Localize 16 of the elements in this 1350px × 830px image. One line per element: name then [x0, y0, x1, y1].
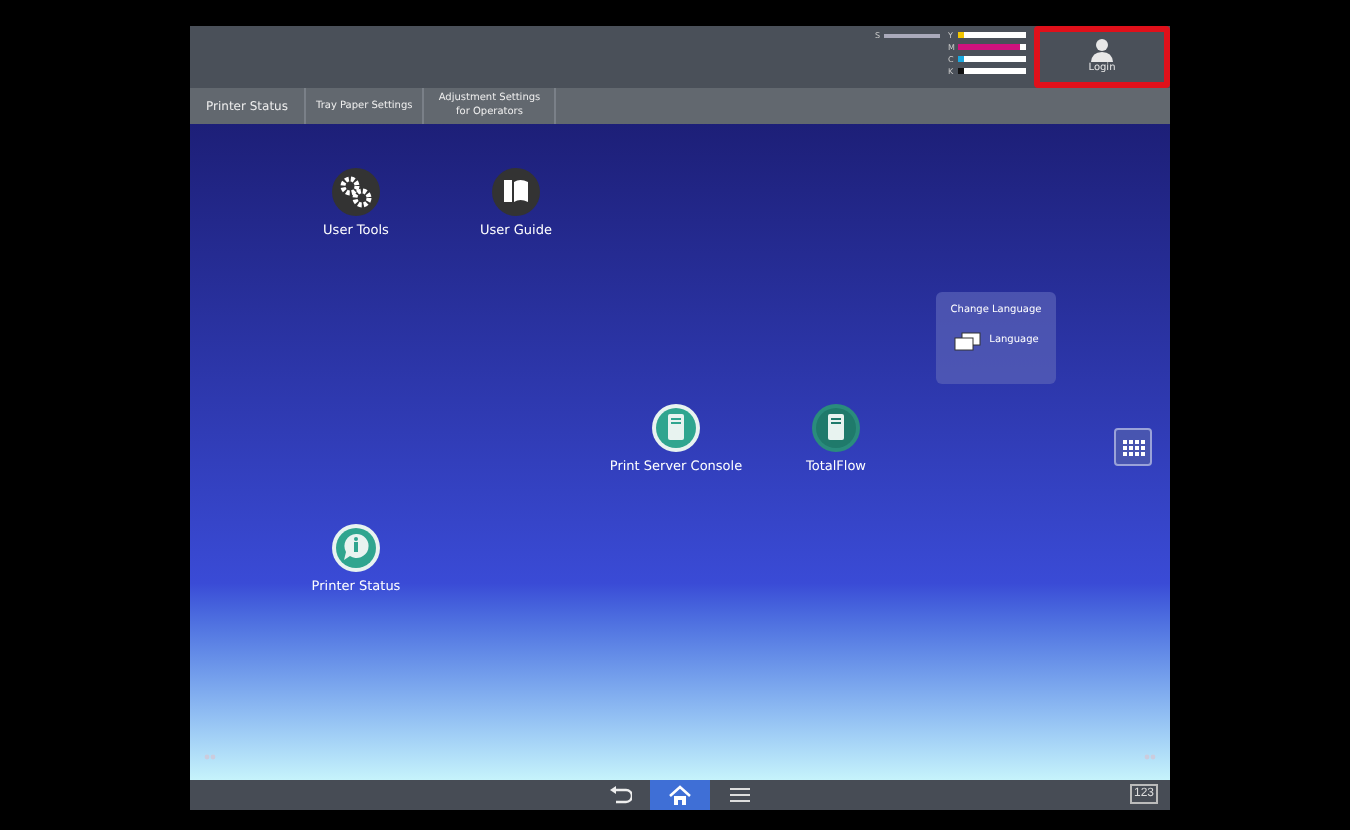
nav-button[interactable]: [650, 780, 710, 810]
gears-icon[interactable]: [332, 168, 380, 216]
language-icon: [953, 331, 986, 351]
toner-bar: [958, 56, 1026, 62]
menu-icon: [728, 784, 752, 806]
book-icon[interactable]: [492, 168, 540, 216]
info-bubble-icon[interactable]: [332, 524, 380, 572]
home-icon: [668, 784, 692, 806]
user-icon: [1090, 38, 1114, 62]
server-icon[interactable]: [812, 404, 860, 452]
server-icon[interactable]: [652, 404, 700, 452]
toner-bar: [958, 68, 1026, 74]
toner-bar: [958, 44, 1026, 50]
toner-bar: [958, 32, 1026, 38]
back-icon: [608, 784, 632, 806]
keypad-icon[interactable]: [1114, 428, 1152, 466]
